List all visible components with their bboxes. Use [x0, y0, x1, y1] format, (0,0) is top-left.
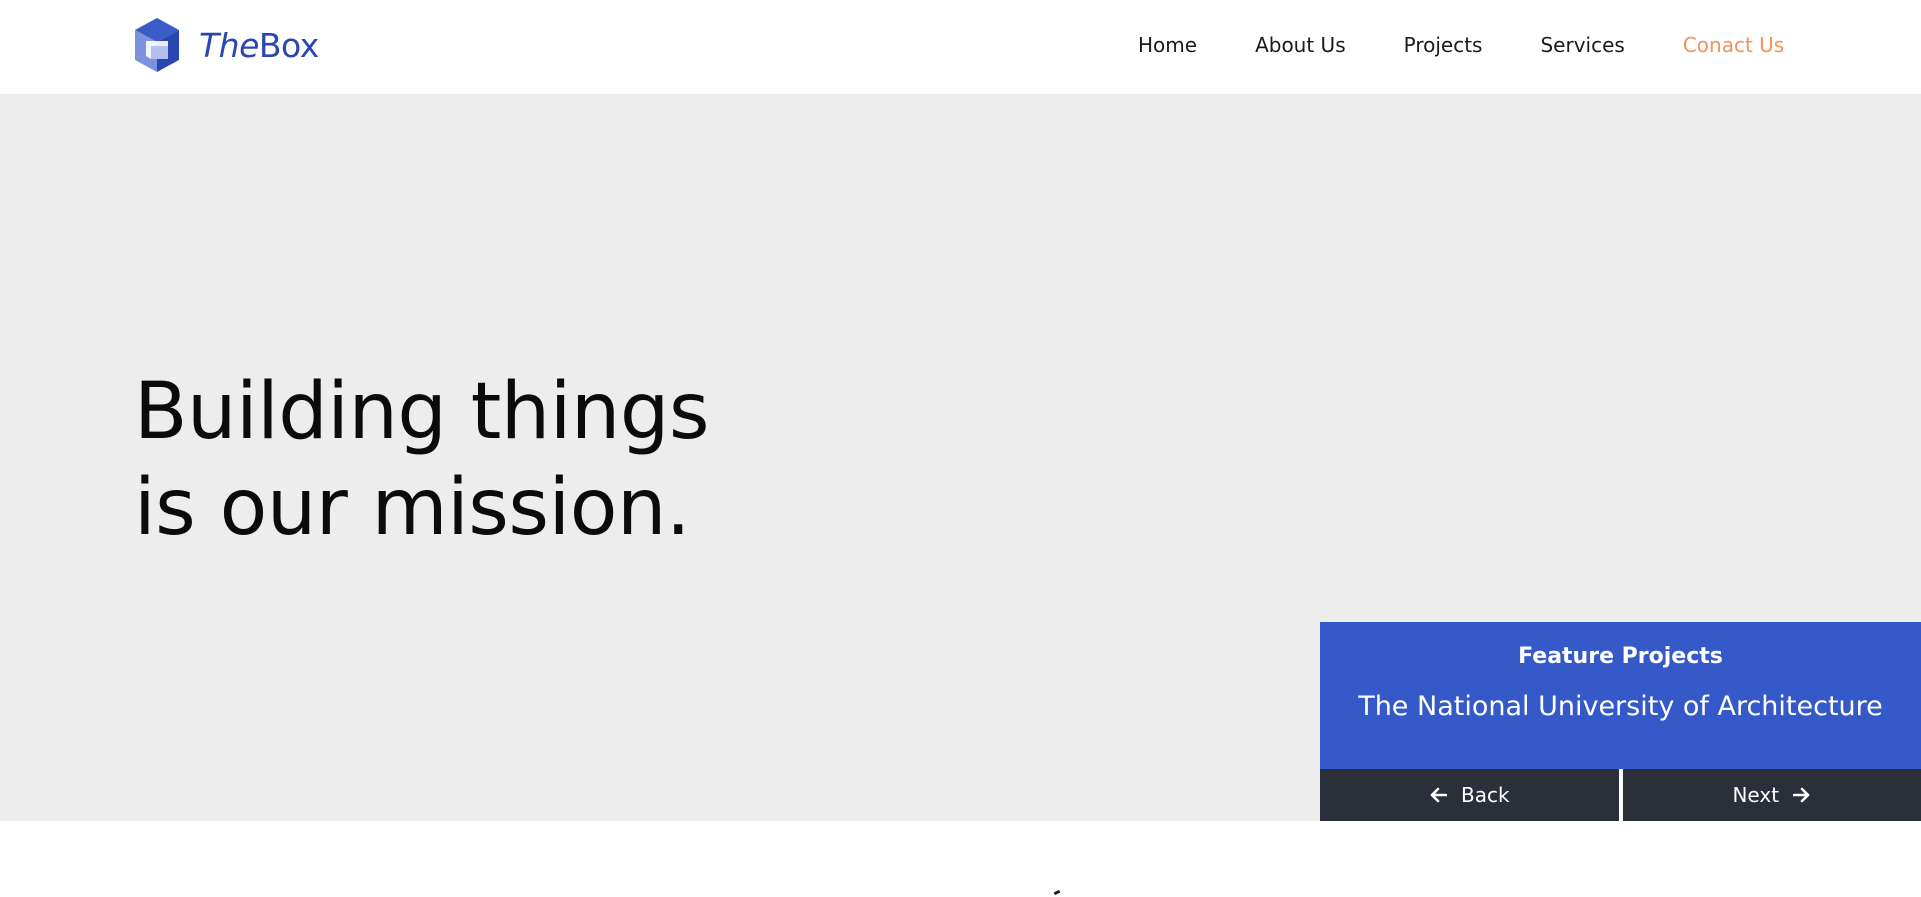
- back-button[interactable]: Back: [1320, 769, 1623, 821]
- feature-nav: Back Next: [1320, 769, 1921, 821]
- next-button-label: Next: [1732, 783, 1780, 807]
- feature-label: Feature Projects: [1518, 644, 1723, 669]
- cube-icon: [135, 18, 179, 72]
- arrow-right-icon: [1793, 787, 1810, 803]
- back-button-label: Back: [1460, 783, 1510, 807]
- nav-contact-us[interactable]: Conact Us: [1683, 33, 1784, 57]
- nav-services[interactable]: Services: [1540, 33, 1624, 57]
- hero-headline-line-1: Building things: [134, 367, 710, 457]
- feature-info: Feature Projects The National University…: [1320, 622, 1921, 769]
- nav-projects[interactable]: Projects: [1404, 33, 1483, 57]
- feature-project-title[interactable]: The National University of Architecture: [1320, 691, 1921, 722]
- brand-logo[interactable]: TheBox: [134, 17, 319, 73]
- site-header: TheBox Home About Us Projects Services C…: [0, 0, 1921, 94]
- section-divider-mark: [1053, 889, 1061, 896]
- arrow-left-icon: [1430, 787, 1447, 803]
- nav-about-us[interactable]: About Us: [1255, 33, 1346, 57]
- nav-home[interactable]: Home: [1138, 33, 1197, 57]
- brand-name: TheBox: [199, 25, 319, 65]
- next-button[interactable]: Next: [1622, 769, 1921, 821]
- hero-headline-line-2: is our mission.: [134, 463, 691, 553]
- main-nav: Home About Us Projects Services Conact U…: [1138, 33, 1784, 57]
- hero-headline: Building things is our mission.: [134, 364, 710, 556]
- feature-projects-panel: Feature Projects The National University…: [1320, 622, 1921, 821]
